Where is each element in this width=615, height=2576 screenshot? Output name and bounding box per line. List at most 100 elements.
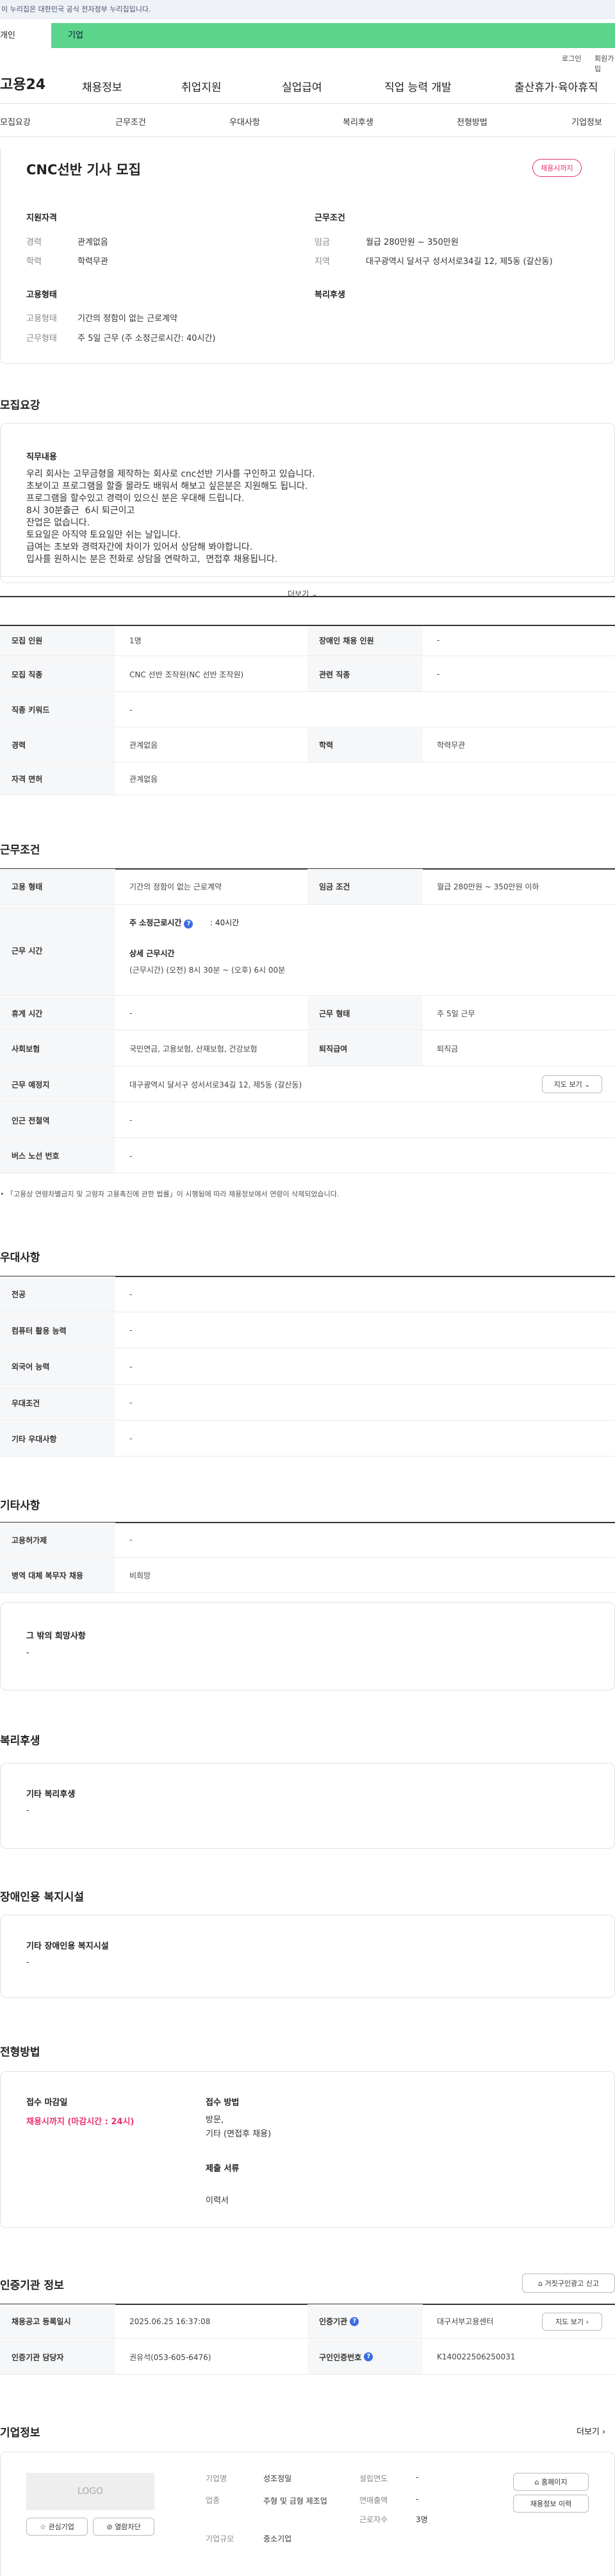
break-value: - bbox=[129, 1009, 133, 1018]
career-label: 경력 bbox=[0, 728, 115, 762]
job-history-button[interactable]: 채용정보 이력 bbox=[513, 2495, 589, 2513]
job-description-card: 직무내용 우리 회사는 고무금형을 제작하는 회사로 cnc선반 기사를 구인하… bbox=[0, 423, 615, 599]
table-row: 근무 예정지 대구광역시 달서구 성서서로34길 12, 제5동 (갈산동) 지… bbox=[0, 1067, 615, 1102]
wage-label: 임금 조건 bbox=[308, 869, 423, 904]
military-value: 비희망 bbox=[129, 1571, 151, 1580]
table-row: 버스 노선 번호 - bbox=[0, 1139, 615, 1173]
help-icon[interactable]: ? bbox=[184, 920, 193, 929]
deadline-badge: 채용시까지 bbox=[532, 159, 582, 177]
company-card: LOGO ☆ 관심기업 ⊘ 열람차단 기업명 성조정밀 업종 주형 및 금형 제… bbox=[0, 2452, 615, 2576]
pref-condition-value: - bbox=[129, 1398, 133, 1407]
manager-label: 인증기관 담당자 bbox=[0, 2340, 115, 2374]
welfare-card: 기타 복리후생 - bbox=[0, 1763, 615, 1849]
employees-label: 근로자수 bbox=[359, 2515, 388, 2524]
agency-section-title: 인증기관 정보 bbox=[0, 2279, 64, 2292]
keyword-label: 직종 키워드 bbox=[0, 693, 115, 727]
emptype-label: 고용형태 bbox=[26, 314, 57, 324]
insurance-label: 사회보험 bbox=[0, 1031, 115, 1066]
language-label: 외국어 능력 bbox=[0, 1349, 115, 1384]
table-row: 근무 시간 주 소정근로시간? : 40시간 상세 근무시간 (근무시간) (오… bbox=[0, 905, 615, 996]
license-label: 자격 면허 bbox=[0, 763, 115, 795]
wish-value: - bbox=[26, 1648, 29, 1658]
method-value: 방문, 기타 (면접후 채용) bbox=[206, 2115, 272, 2139]
help-icon[interactable]: ? bbox=[350, 2316, 359, 2326]
reg-date-label: 채용공고 등록일시 bbox=[0, 2304, 115, 2338]
tab-company[interactable]: 기업 bbox=[51, 23, 615, 48]
company-more-link[interactable]: 더보기 › bbox=[577, 2425, 605, 2437]
summary-card: CNC선반 기사 모집 채용시까지 지원자격 근무조건 경력 관계없음 학력 학… bbox=[0, 149, 615, 364]
tab-person[interactable]: 개인 bbox=[0, 23, 51, 48]
employees-value: 3명 bbox=[416, 2515, 428, 2524]
worktype-value: 주 5일 근무 (주 소정근로시간: 40시간) bbox=[78, 334, 216, 343]
disabled-box-value: - bbox=[26, 1958, 29, 1967]
wish-card: 그 밖의 희망사항 - bbox=[0, 1602, 615, 1690]
detail-hours-label: 상세 근무시간 bbox=[129, 949, 175, 958]
favorite-company-button[interactable]: ☆ 관심기업 bbox=[26, 2518, 88, 2536]
homepage-button[interactable]: ⌂ 홈페이지 bbox=[513, 2473, 589, 2491]
table-row: 고용허가제 - bbox=[0, 1523, 615, 1558]
table-row: 외국어 능력 - bbox=[0, 1349, 615, 1385]
weekly-hours-label: 주 소정근로시간? bbox=[129, 917, 193, 929]
gnb-item-parental[interactable]: 출산휴가·육아휴직 bbox=[514, 78, 598, 94]
tab-conditions[interactable]: 근무조건 bbox=[115, 115, 146, 128]
language-value: - bbox=[129, 1362, 133, 1371]
gnb-item-jobs[interactable]: 채용정보 bbox=[82, 78, 122, 94]
job-value: CNC 선반 조작원(NC 선반 조작원) bbox=[129, 670, 244, 679]
military-label: 병역 대체 복무자 채용 bbox=[0, 1558, 115, 1592]
major-value: - bbox=[129, 1289, 133, 1299]
pref-other-value: - bbox=[129, 1434, 133, 1443]
scale-label: 기업규모 bbox=[206, 2534, 234, 2543]
block-view-button[interactable]: ⊘ 열람차단 bbox=[93, 2518, 154, 2536]
related-label: 관련 직종 bbox=[308, 657, 423, 691]
area-label: 지역 bbox=[315, 257, 330, 267]
worktype-value: 주 5일 근무 bbox=[437, 1009, 475, 1018]
house-icon: ⌂ bbox=[534, 2477, 539, 2486]
break-label: 휴게 시간 bbox=[0, 996, 115, 1030]
keyword-value: - bbox=[129, 705, 133, 714]
tab-company-info[interactable]: 기업정보 bbox=[571, 115, 602, 128]
gnb-item-support[interactable]: 취업지원 bbox=[181, 78, 222, 94]
place-value: 대구광역시 달서구 성서서로34길 12, 제5동 (갈산동) bbox=[129, 1080, 302, 1089]
tab-selection[interactable]: 전형방법 bbox=[457, 115, 488, 128]
emptype-value: 기간의 정함이 없는 근로계약 bbox=[78, 314, 177, 324]
table-row: 휴게 시간 - 근무 형태 주 5일 근무 bbox=[0, 996, 615, 1030]
help-icon[interactable]: ? bbox=[364, 2352, 373, 2361]
industry-label: 업종 bbox=[206, 2496, 220, 2505]
detail-tabs: 모집요강 근무조건 우대사항 복리후생 전형방법 기업정보 bbox=[0, 104, 615, 137]
star-icon: ☆ bbox=[40, 2522, 46, 2531]
map-button[interactable]: 지도 보기 ⌄ bbox=[542, 1075, 602, 1093]
welfare-title: 복리후생 bbox=[315, 290, 345, 300]
subway-label: 인근 전철역 bbox=[0, 1103, 115, 1137]
gnb-item-benefit[interactable]: 실업급여 bbox=[282, 78, 322, 94]
company-name-label: 기업명 bbox=[206, 2474, 227, 2483]
login-link[interactable]: 로그인 bbox=[562, 53, 581, 63]
site-logo[interactable]: 고용24 bbox=[0, 73, 45, 94]
table-row: 경력 관계없음 학력 학력무관 bbox=[0, 728, 615, 763]
table-row: 직종 키워드 - bbox=[0, 693, 615, 727]
worktype-label: 근무형태 bbox=[26, 334, 57, 343]
tab-recruit[interactable]: 모집요강 bbox=[0, 115, 31, 128]
headcount-value: 1명 bbox=[129, 636, 142, 645]
tab-preference[interactable]: 우대사항 bbox=[229, 115, 260, 128]
founded-value: - bbox=[416, 2473, 419, 2482]
qual-title: 지원자격 bbox=[26, 213, 57, 223]
chevron-right-icon: › bbox=[586, 2317, 589, 2326]
job-desc-title: 직무내용 bbox=[26, 452, 57, 462]
agency-map-button[interactable]: 지도 보기 › bbox=[542, 2313, 602, 2331]
related-value: - bbox=[437, 670, 440, 679]
table-row: 모집 인원 1명 장애인 채용 인원 - bbox=[0, 625, 615, 656]
report-fake-ad-button[interactable]: ⌂ 거짓구인광고 신고 bbox=[522, 2274, 615, 2293]
reg-date-value: 2025.06.25 16:37:08 bbox=[129, 2316, 211, 2326]
place-label: 근무 예정지 bbox=[0, 1067, 115, 1102]
etc-section-title: 기타사항 bbox=[0, 1499, 40, 1512]
table-row: 모집 직종 CNC 선반 조작원(NC 선반 조작원) 관련 직종 - bbox=[0, 657, 615, 692]
disabled-value: - bbox=[437, 636, 440, 645]
wage-value: 월급 280만원 ~ 350만원 이하 bbox=[437, 882, 539, 891]
disabled-section-title: 장애인용 복지시설 bbox=[0, 1891, 85, 1904]
method-title: 접수 방법 bbox=[206, 2098, 240, 2108]
tab-welfare[interactable]: 복리후생 bbox=[343, 115, 373, 128]
gnb-item-training[interactable]: 직업 능력 개발 bbox=[384, 78, 452, 94]
table-row: 기타 우대사항 - bbox=[0, 1421, 615, 1457]
insurance-value: 국민연금, 고용보험, 산재보험, 건강보험 bbox=[129, 1044, 258, 1053]
house-icon: ⌂ bbox=[538, 2279, 543, 2288]
